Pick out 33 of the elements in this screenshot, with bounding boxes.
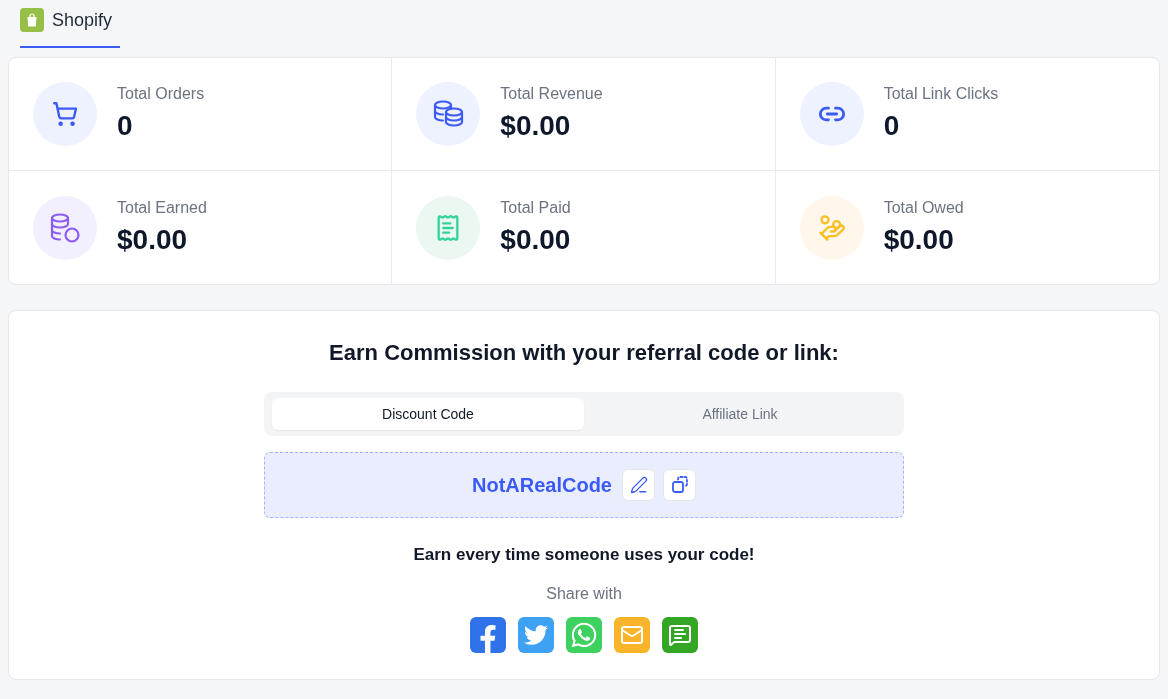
stat-value: 0 [883,109,901,143]
referral-note: Earn every time someone uses your code! [413,544,755,566]
stat-label: Total Link Clicks [883,84,999,104]
stat-label: Total Earned [117,197,207,218]
share-label: Share with [546,584,622,604]
stat-label: Total Owed [883,197,964,218]
stat-value: $0.00 [117,222,189,257]
referral-tab[interactable]: Discount Code [272,398,584,430]
referral-code: NotARealCode [472,473,612,497]
referral-tab[interactable]: Affiliate Link [584,398,896,430]
email-share-button[interactable] [614,617,650,653]
edit-button[interactable] [622,469,655,501]
whatsapp-share-button[interactable] [566,617,602,653]
copy-icon [670,476,689,494]
stat-value: $0.00 [500,109,572,143]
stat-label: Total Orders [117,84,205,104]
shopping-bag-icon [20,8,44,32]
stat-value: 0 [117,109,134,143]
mail-icon [620,623,644,647]
message-share-button[interactable] [662,617,698,653]
referral-title: Earn Commission with your referral code or link: [329,339,839,367]
stat-label: Total Paid [500,197,571,218]
platform-tab[interactable]: Shopify [20,0,120,48]
whatsapp-icon [570,621,598,649]
facebook-share-button[interactable] [470,617,506,653]
bird-icon [524,623,548,647]
stat-label: Total Revenue [500,84,603,104]
pen-icon [629,476,648,494]
message-icon [668,623,692,647]
twitter-share-button[interactable] [518,617,554,653]
stat-value: $0.00 [883,222,955,257]
copy-button[interactable] [663,469,696,501]
stat-value: $0.00 [500,222,571,257]
